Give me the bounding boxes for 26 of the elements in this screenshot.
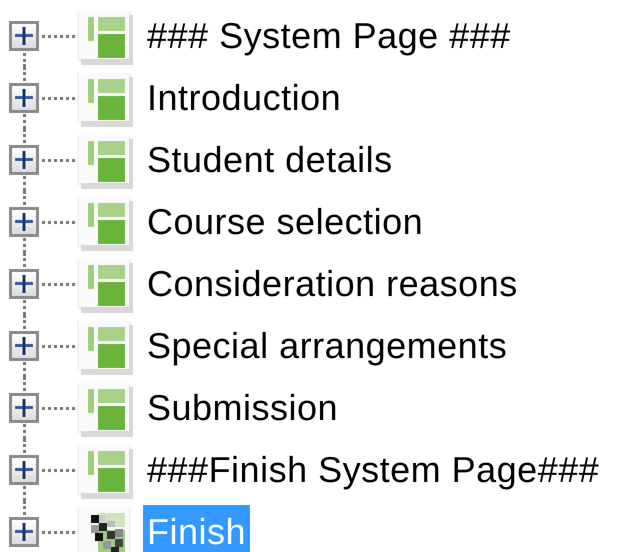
expand-button[interactable] [9, 269, 39, 299]
tree-item-label[interactable]: Consideration reasons [143, 257, 522, 311]
plus-icon [14, 88, 34, 108]
tree-item-label[interactable]: Student details [143, 133, 397, 187]
expand-button[interactable] [9, 393, 39, 423]
plus-icon [14, 336, 34, 356]
expand-button[interactable] [9, 331, 39, 361]
plus-icon [14, 212, 34, 232]
expand-button[interactable] [9, 455, 39, 485]
expand-button[interactable] [9, 145, 39, 175]
plus-icon [14, 274, 34, 294]
tree-item-label[interactable]: ### System Page ### [143, 9, 515, 63]
tree-item-label[interactable]: Course selection [143, 195, 428, 249]
expand-button[interactable] [9, 517, 39, 547]
plus-icon [14, 150, 34, 170]
plus-icon [14, 460, 34, 480]
tree-item-label[interactable]: Special arrangements [143, 319, 512, 373]
tree-item-label[interactable]: ###Finish System Page### [143, 443, 604, 497]
expand-button[interactable] [9, 207, 39, 237]
expand-button[interactable] [9, 83, 39, 113]
tree-item-label[interactable]: Introduction [143, 71, 346, 125]
plus-icon [14, 398, 34, 418]
tree-item-label[interactable]: Submission [143, 381, 342, 435]
plus-icon [14, 26, 34, 46]
plus-icon [14, 522, 34, 542]
expand-button[interactable] [9, 21, 39, 51]
